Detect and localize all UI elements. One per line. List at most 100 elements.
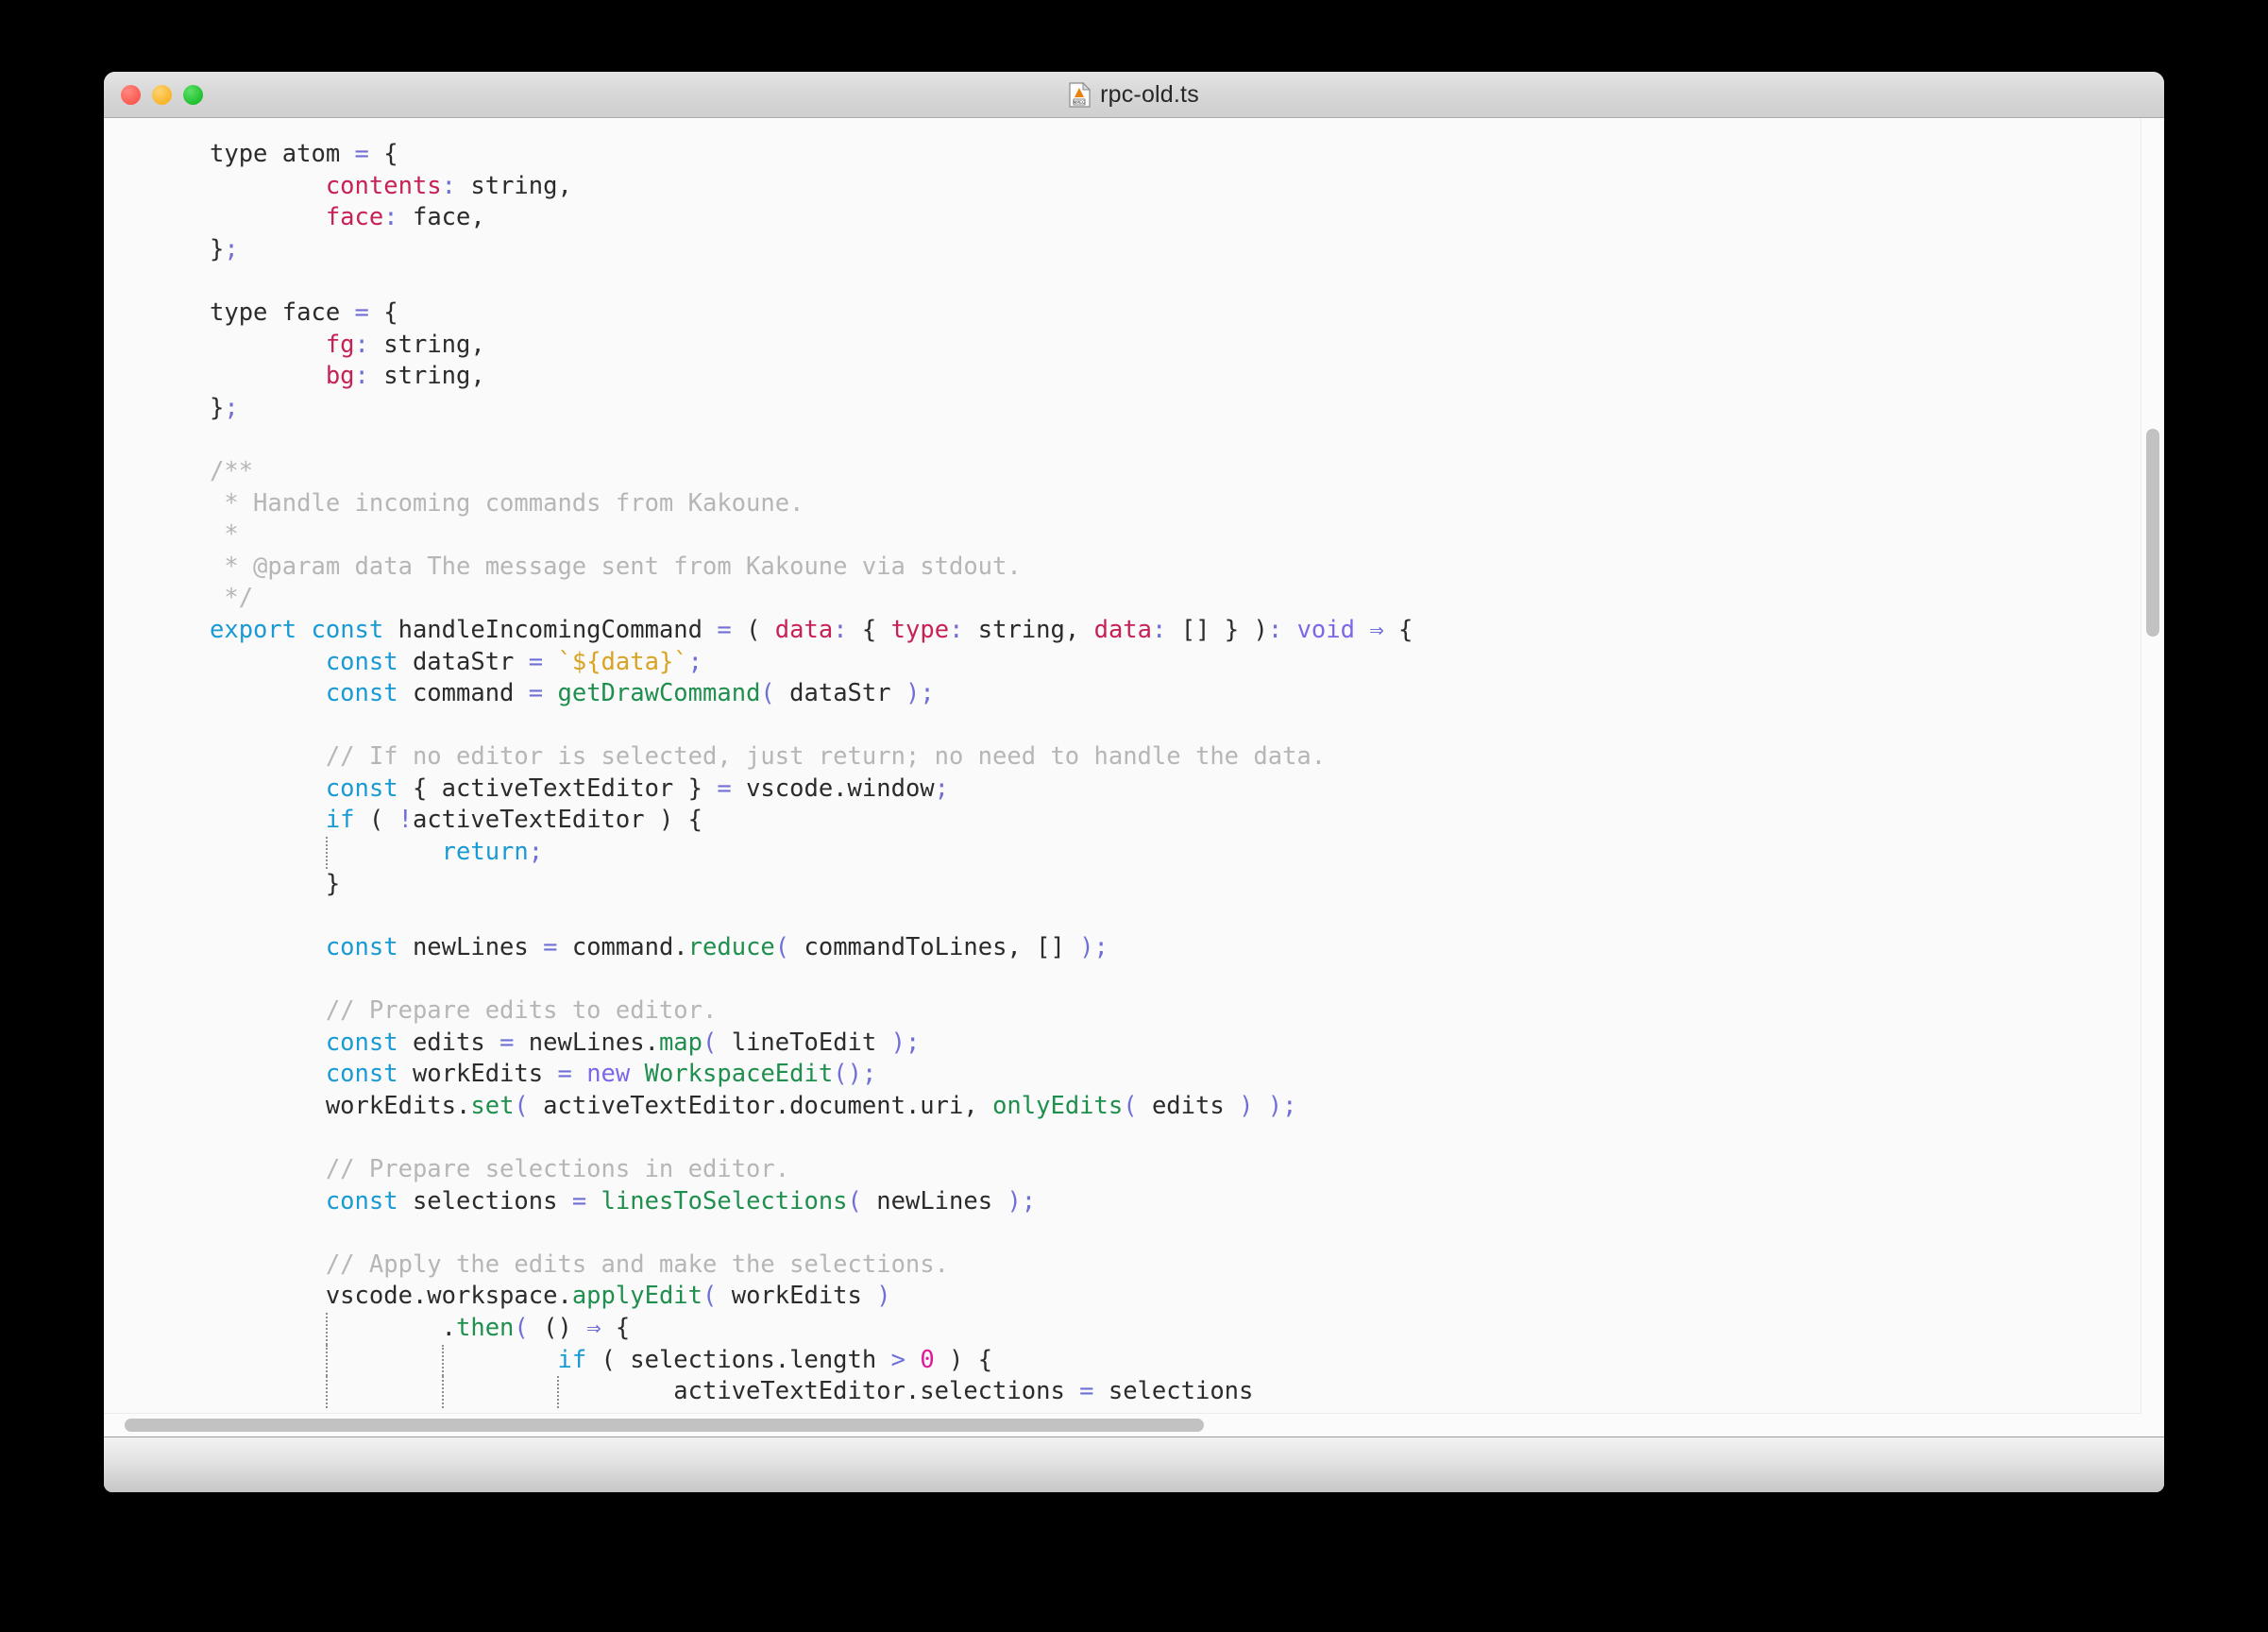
code-line: const dataStr = `${data}`; xyxy=(104,647,2164,679)
close-button[interactable] xyxy=(121,85,141,105)
code-token: linesToSelections xyxy=(601,1187,848,1216)
code-token: newLines xyxy=(862,1187,1007,1216)
code-token xyxy=(210,1346,557,1374)
code-token: { activeTextEditor } xyxy=(398,774,718,803)
code-token: string, xyxy=(456,172,572,200)
code-token: = xyxy=(543,933,557,961)
code-token: = xyxy=(572,1187,586,1216)
code-token: WorkspaceEdit xyxy=(645,1060,834,1088)
code-token: dataStr xyxy=(398,648,529,676)
code-token: * xyxy=(210,520,239,549)
code-token: activeTextEditor ) { xyxy=(413,806,702,834)
code-token xyxy=(210,1028,326,1057)
code-token xyxy=(210,679,326,707)
indent-guide xyxy=(557,1376,559,1408)
code-token: } xyxy=(210,235,224,264)
code-line: const edits = newLines.map( lineToEdit )… xyxy=(104,1028,2164,1060)
code-token: ; xyxy=(224,394,238,422)
code-token: edits xyxy=(398,1028,499,1057)
code-token xyxy=(210,1155,326,1183)
code-token: ; xyxy=(920,679,934,707)
code-token xyxy=(210,1060,326,1088)
code-token: ; xyxy=(1094,933,1109,961)
code-token: { xyxy=(848,616,891,644)
code-line: // Prepare selections in editor. xyxy=(104,1154,2164,1186)
code-line: type face = { xyxy=(104,298,2164,330)
editor-viewport[interactable]: type atom = { contents: string, face: fa… xyxy=(104,118,2164,1436)
window-titlebar[interactable]: MPEG rpc-old.ts xyxy=(104,72,2164,118)
code-line xyxy=(104,900,2164,932)
code-token xyxy=(586,1187,601,1216)
code-line xyxy=(104,1217,2164,1250)
code-line xyxy=(104,1122,2164,1154)
window-controls xyxy=(121,85,203,105)
code-content[interactable]: type atom = { contents: string, face: fa… xyxy=(104,118,2164,1408)
code-token: // Prepare selections in editor. xyxy=(326,1155,789,1183)
code-token: /** xyxy=(210,457,253,485)
code-token: ; xyxy=(1282,1092,1296,1120)
maximize-button[interactable] xyxy=(183,85,203,105)
code-line: export const handleIncomingCommand = ( d… xyxy=(104,615,2164,647)
code-token: : xyxy=(442,172,456,200)
code-token: const xyxy=(326,1028,398,1057)
code-line: */ xyxy=(104,583,2164,615)
code-token: ) xyxy=(1079,933,1093,961)
vertical-scrollbar[interactable] xyxy=(2141,118,2164,1414)
code-token xyxy=(732,616,746,644)
code-token: vscode.workspace. xyxy=(326,1282,572,1310)
code-line: const newLines = command.reduce( command… xyxy=(104,932,2164,964)
code-token: activeTextEditor.document.uri, xyxy=(529,1092,992,1120)
code-line: /** xyxy=(104,456,2164,488)
code-token xyxy=(210,362,326,390)
indent-guide xyxy=(442,1376,444,1408)
code-token: const xyxy=(311,616,383,644)
code-token: string, xyxy=(369,362,485,390)
code-line: } xyxy=(104,869,2164,901)
code-token: : xyxy=(833,616,847,644)
code-token: set xyxy=(470,1092,514,1120)
code-token: // If no editor is selected, just return… xyxy=(326,742,1326,771)
code-token: = xyxy=(499,1028,514,1057)
code-line: }; xyxy=(104,393,2164,425)
code-line: const { activeTextEditor } = vscode.wind… xyxy=(104,774,2164,806)
code-token: ; xyxy=(224,235,238,264)
code-token: // Prepare edits to editor. xyxy=(326,996,718,1025)
minimize-button[interactable] xyxy=(152,85,172,105)
code-line: // If no editor is selected, just return… xyxy=(104,741,2164,774)
code-line: }; xyxy=(104,234,2164,266)
code-token: () xyxy=(833,1060,862,1088)
code-line xyxy=(104,710,2164,742)
code-token: = xyxy=(1079,1377,1093,1405)
code-token: `${data}` xyxy=(557,648,687,676)
code-token xyxy=(210,1250,326,1279)
code-token: . xyxy=(442,1314,456,1342)
indent-guide xyxy=(326,837,328,869)
code-token: { xyxy=(601,1314,631,1342)
code-token: */ xyxy=(210,584,253,612)
code-token: { xyxy=(1384,616,1413,644)
code-token xyxy=(1253,1092,1267,1120)
code-token: face xyxy=(326,203,383,231)
code-token xyxy=(210,648,326,676)
code-token: ( xyxy=(760,679,774,707)
code-token: ( xyxy=(1123,1092,1137,1120)
code-line: if ( selections.length > 0 ) { xyxy=(104,1345,2164,1377)
indent-guide xyxy=(326,1313,328,1345)
code-token xyxy=(210,806,326,834)
code-token: { xyxy=(369,140,398,168)
vertical-scrollbar-thumb[interactable] xyxy=(2146,429,2159,637)
code-token: = xyxy=(355,298,369,327)
code-token: { xyxy=(369,298,398,327)
code-line: face: face, xyxy=(104,202,2164,234)
horizontal-scrollbar[interactable] xyxy=(104,1413,2141,1436)
code-line xyxy=(104,424,2164,456)
code-token: ⇒ xyxy=(586,1314,601,1342)
code-token: dataStr xyxy=(775,679,906,707)
indent-guide xyxy=(326,1345,328,1377)
code-token: [] } ) xyxy=(1166,616,1267,644)
horizontal-scrollbar-thumb[interactable] xyxy=(125,1419,1205,1432)
code-token: new xyxy=(586,1060,630,1088)
code-token xyxy=(210,742,326,771)
code-token: 0 xyxy=(920,1346,934,1374)
code-token xyxy=(1355,616,1369,644)
